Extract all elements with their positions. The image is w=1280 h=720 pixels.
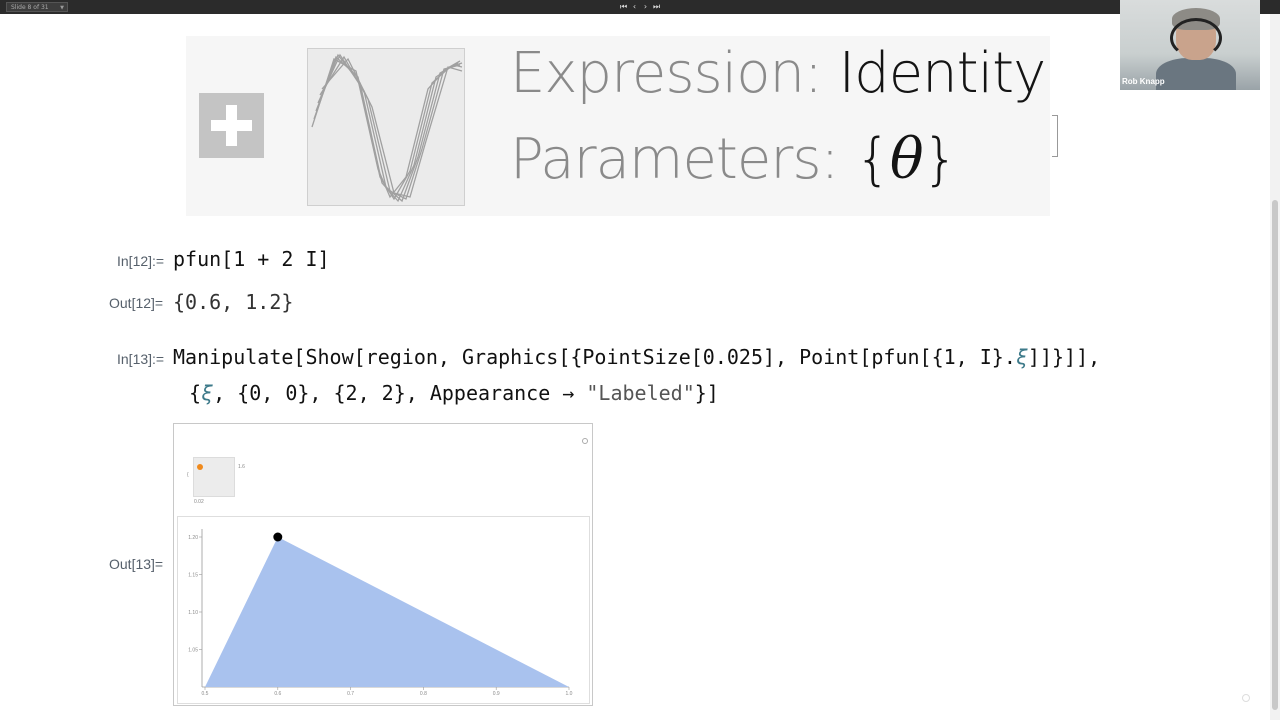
region-plot-svg: 0.5 0.6 0.7 0.8 0.9 1.0 1.05 1.10 1.15 1.20: [188, 529, 573, 697]
input-label-12: In[12]:=: [117, 253, 165, 269]
parameters-line: Parameters: {θ}: [510, 127, 959, 192]
slider-value-x: 0.02: [194, 499, 204, 505]
window-corner-marker: [1242, 694, 1250, 702]
x-tick-label: 0.5: [202, 691, 209, 697]
xi-symbol: ξ: [201, 381, 214, 405]
code-segment: }]: [694, 381, 719, 405]
slide-selector-label: Slide 8 of 31: [11, 4, 49, 11]
input-label-13: In[13]:=: [117, 351, 165, 367]
code-segment: Manipulate[Show[region, Graphics[{PointS…: [173, 345, 1016, 369]
y-tick-label: 1.15: [188, 573, 198, 579]
scrollbar-thumb[interactable]: [1272, 200, 1278, 710]
code-segment: ]]}]],: [1027, 345, 1101, 369]
input-cell-13-line2[interactable]: {ξ, {0, 0}, {2, 2}, Appearance → "Labele…: [189, 381, 719, 405]
speaker-body: [1156, 58, 1236, 90]
options-icon[interactable]: [582, 438, 588, 444]
code-segment: {: [189, 381, 202, 405]
cell-bracket[interactable]: [1052, 115, 1058, 157]
expression-line: Expression: Identity: [510, 41, 1047, 106]
slider-value-y: 1.6: [238, 464, 245, 470]
input-cell-13-line1[interactable]: Manipulate[Show[region, Graphics[{PointS…: [173, 345, 1100, 369]
xi-symbol: ξ: [1015, 345, 1028, 369]
first-slide-icon[interactable]: ⏮: [620, 1, 627, 13]
parameters-symbol: θ: [889, 127, 924, 192]
headset-icon: [1170, 18, 1222, 58]
parameters-key: Parameters:: [510, 127, 856, 192]
output-cell-12: {0.6, 1.2}: [173, 290, 294, 314]
region-plot: 0.5 0.6 0.7 0.8 0.9 1.0 1.05 1.10 1.15 1.20: [177, 516, 590, 704]
slide-selector[interactable]: Slide 8 of 31 ▼: [6, 2, 68, 12]
manipulate-panel: { 1.6 0.02 0.5 0.6 0.7 0.8 0.9 1.0 1.05 1.10 1.1…: [173, 423, 593, 706]
wave-thumbnail-icon: [311, 53, 463, 203]
expression-key: Expression:: [510, 41, 839, 106]
output-label-13: Out[13]=: [109, 556, 164, 572]
pfun-point: [273, 532, 283, 542]
slide-navigation: ⏮ ‹ › ⏭: [620, 1, 660, 13]
plus-icon-stroke: [226, 105, 237, 146]
function-banner: Expression: Identity Parameters: {θ}: [186, 36, 1050, 216]
x-tick-label: 1.0: [566, 691, 573, 697]
y-tick-label: 1.05: [188, 648, 198, 654]
parameters-close-brace: }: [922, 127, 959, 192]
slider-brace: {: [187, 472, 189, 478]
slider-2d-xi[interactable]: [193, 457, 235, 497]
parameters-open-brace: {: [855, 127, 891, 192]
expand-plus-button[interactable]: [199, 93, 264, 158]
function-thumbnail: [307, 48, 465, 206]
next-slide-icon[interactable]: ›: [642, 1, 649, 13]
last-slide-icon[interactable]: ⏭: [653, 1, 660, 13]
slider-handle[interactable]: [197, 464, 203, 470]
x-tick-label: 0.6: [274, 691, 281, 697]
x-tick-label: 0.7: [347, 691, 354, 697]
x-tick-label: 0.9: [493, 691, 500, 697]
region-polygon: [205, 537, 569, 687]
previous-slide-icon[interactable]: ‹: [631, 1, 638, 13]
expression-value: Identity: [838, 41, 1047, 106]
speaker-name: Rob Knapp: [1122, 77, 1165, 86]
input-cell-12[interactable]: pfun[1 + 2 I]: [173, 247, 330, 271]
code-segment: , {0, 0}, {2, 2}, Appearance →: [213, 381, 587, 405]
slideshow-toolbar: Slide 8 of 31 ▼ ⏮ ‹ › ⏭: [0, 0, 1280, 14]
output-label-12: Out[12]=: [109, 295, 164, 311]
x-tick-label: 0.8: [420, 691, 427, 697]
chevron-down-icon: ▼: [60, 5, 64, 11]
webcam-video: Rob Knapp: [1120, 0, 1260, 90]
string-literal: "Labeled": [586, 381, 695, 405]
y-tick-label: 1.10: [188, 610, 198, 616]
y-tick-label: 1.20: [188, 535, 198, 541]
